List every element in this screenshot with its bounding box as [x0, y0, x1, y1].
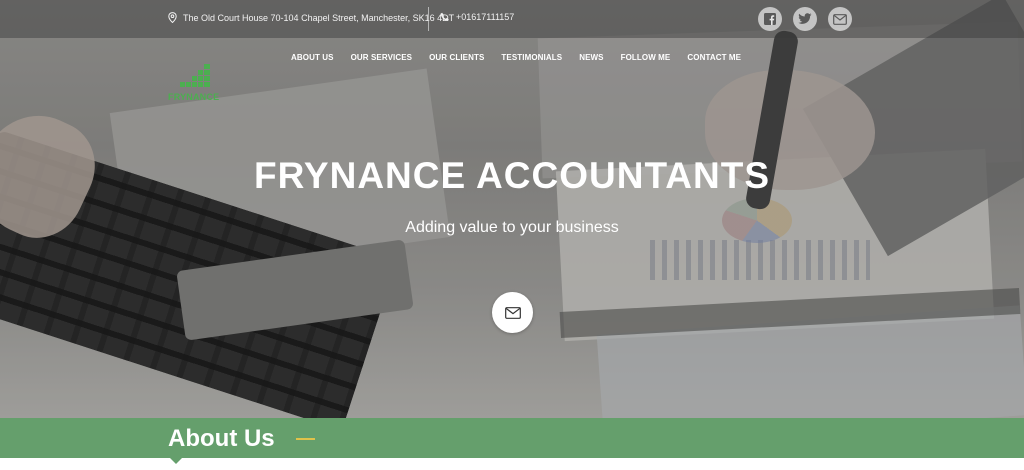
nav-item-contact-me[interactable]: CONTACT ME: [687, 53, 741, 62]
about-title-underline: [296, 438, 315, 440]
phone[interactable]: +01617111157: [440, 12, 514, 22]
logo-text: FRYNANCE: [168, 92, 220, 102]
location-pin-icon: [168, 12, 177, 23]
nav-item-testimonials[interactable]: TESTIMONIALS: [501, 53, 562, 62]
hero-section: The Old Court House 70-104 Chapel Street…: [0, 0, 1024, 418]
phone-number[interactable]: +01617111157: [456, 12, 514, 22]
logo-bars-icon: [180, 64, 210, 87]
main-nav: ABOUT US OUR SERVICES OUR CLIENTS TESTIM…: [291, 53, 758, 62]
phone-icon: [440, 12, 449, 21]
hero-overlay: [0, 0, 1024, 418]
top-bar: The Old Court House 70-104 Chapel Street…: [0, 0, 1024, 38]
nav-item-our-services[interactable]: OUR SERVICES: [351, 53, 413, 62]
topbar-divider: [428, 7, 429, 31]
twitter-icon[interactable]: [793, 7, 817, 31]
nav-item-follow-me[interactable]: FOLLOW ME: [621, 53, 671, 62]
hero-title: FRYNANCE ACCOUNTANTS: [253, 155, 771, 196]
hero-subtitle: Adding value to your business: [405, 219, 619, 236]
nav-item-news[interactable]: NEWS: [579, 53, 603, 62]
facebook-icon[interactable]: [758, 7, 782, 31]
about-section-header: About Us: [0, 418, 1024, 458]
mail-icon[interactable]: [828, 7, 852, 31]
address: The Old Court House 70-104 Chapel Street…: [168, 12, 454, 23]
about-pointer-arrow: [170, 458, 182, 464]
logo[interactable]: FRYNANCE: [168, 62, 230, 104]
address-text: The Old Court House 70-104 Chapel Street…: [183, 12, 455, 23]
nav-item-about-us[interactable]: ABOUT US: [291, 53, 334, 62]
mail-icon: [504, 306, 521, 319]
nav-item-our-clients[interactable]: OUR CLIENTS: [429, 53, 484, 62]
about-title: About Us: [168, 425, 275, 452]
contact-mail-button[interactable]: [492, 292, 533, 333]
